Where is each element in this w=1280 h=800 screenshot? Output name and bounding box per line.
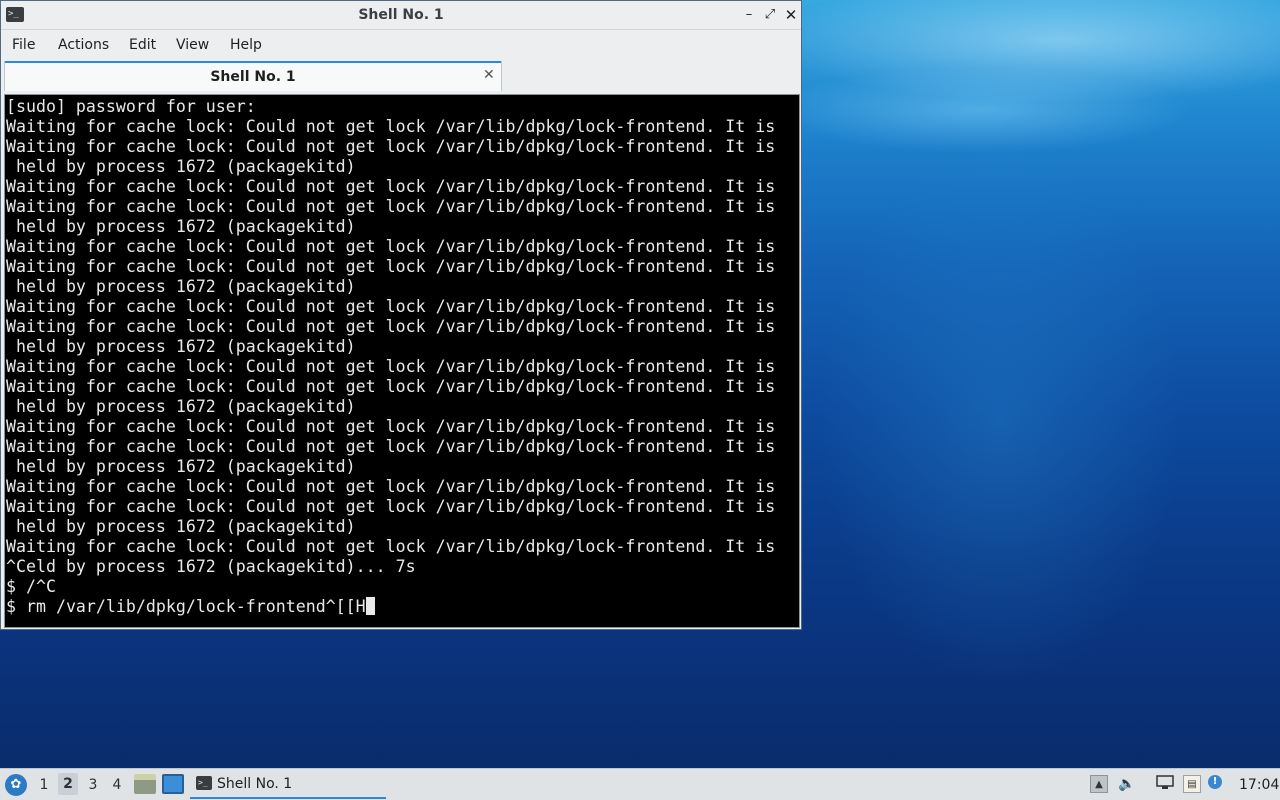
- window-title: Shell No. 1: [358, 7, 444, 23]
- terminal-line: [sudo] password for user:: [6, 97, 256, 116]
- tab-close-icon[interactable]: ✕: [483, 67, 495, 83]
- terminal-line: Waiting for cache lock: Could not get lo…: [6, 417, 776, 436]
- menu-help[interactable]: Help: [230, 37, 262, 53]
- minimize-button[interactable]: –: [740, 6, 758, 24]
- clock[interactable]: 17:04: [1239, 777, 1279, 793]
- maximize-button[interactable]: ⤢: [761, 6, 779, 24]
- terminal-line: held by process 1672 (packagekitd): [6, 217, 356, 236]
- show-hidden-icon[interactable]: ▲: [1090, 775, 1108, 793]
- terminal-line: Waiting for cache lock: Could not get lo…: [6, 137, 776, 156]
- menu-edit[interactable]: Edit: [129, 37, 156, 53]
- terminal-output[interactable]: [sudo] password for user: Waiting for cac…: [4, 94, 800, 628]
- terminal-line: Waiting for cache lock: Could not get lo…: [6, 537, 776, 556]
- menubar: File Actions Edit View Help: [1, 30, 801, 60]
- terminal-window: >_ Shell No. 1 – ⤢ ✕ File Actions Edit V…: [0, 0, 802, 630]
- prompt-command: $ rm /var/lib/dpkg/lock-frontend^[[H: [6, 597, 366, 616]
- menu-view[interactable]: View: [176, 37, 209, 53]
- menu-file[interactable]: File: [12, 37, 35, 53]
- terminal-line: held by process 1672 (packagekitd): [6, 457, 356, 476]
- lxqt-menu-icon[interactable]: ✿: [5, 774, 27, 796]
- menu-actions[interactable]: Actions: [58, 37, 109, 53]
- tab-shell-1[interactable]: Shell No. 1 ✕: [4, 61, 502, 91]
- taskbar: ✿ 1 2 3 4 >_ Shell No. 1 ▲ 🔈 ▤ ! 17:04: [0, 768, 1280, 800]
- terminal-line: $ /^C: [6, 577, 56, 596]
- terminal-line: held by process 1672 (packagekitd): [6, 337, 356, 356]
- show-desktop-icon[interactable]: [162, 774, 184, 794]
- volume-icon[interactable]: 🔈: [1118, 775, 1136, 793]
- window-titlebar[interactable]: >_ Shell No. 1 – ⤢ ✕: [1, 1, 801, 30]
- terminal-line: held by process 1672 (packagekitd): [6, 277, 356, 296]
- terminal-line: Waiting for cache lock: Could not get lo…: [6, 177, 776, 196]
- task-label: Shell No. 1: [217, 776, 293, 792]
- clipboard-icon[interactable]: ▤: [1183, 775, 1201, 793]
- tab-bar: Shell No. 1 ✕: [1, 60, 801, 94]
- network-icon[interactable]: [1156, 775, 1174, 793]
- desktop-3-button[interactable]: 3: [85, 777, 101, 793]
- desktop-1-button[interactable]: 1: [36, 777, 52, 793]
- terminal-line: ^Celd by process 1672 (packagekitd)... 7…: [6, 557, 416, 576]
- tab-label: Shell No. 1: [210, 69, 296, 85]
- terminal-prompt-line: $ rm /var/lib/dpkg/lock-frontend^[[H: [6, 597, 775, 617]
- terminal-cursor: [365, 597, 375, 615]
- terminal-line: Waiting for cache lock: Could not get lo…: [6, 357, 776, 376]
- taskbar-task-shell[interactable]: >_ Shell No. 1: [190, 771, 386, 799]
- terminal-line: Waiting for cache lock: Could not get lo…: [6, 377, 776, 396]
- terminal-line: Waiting for cache lock: Could not get lo…: [6, 497, 776, 516]
- desktop-2-button[interactable]: 2: [58, 773, 78, 795]
- terminal-line: Waiting for cache lock: Could not get lo…: [6, 197, 776, 216]
- terminal-lines: [sudo] password for user: Waiting for cac…: [6, 97, 775, 617]
- terminal-line: held by process 1672 (packagekitd): [6, 157, 356, 176]
- terminal-line: held by process 1672 (packagekitd): [6, 517, 356, 536]
- terminal-icon: >_: [196, 776, 212, 790]
- terminal-line: Waiting for cache lock: Could not get lo…: [6, 257, 776, 276]
- terminal-line: Waiting for cache lock: Could not get lo…: [6, 317, 776, 336]
- file-manager-icon[interactable]: [134, 774, 156, 794]
- update-notifier-icon[interactable]: !: [1208, 775, 1222, 789]
- desktop-4-button[interactable]: 4: [109, 777, 125, 793]
- terminal-line: Waiting for cache lock: Could not get lo…: [6, 117, 776, 136]
- terminal-line: Waiting for cache lock: Could not get lo…: [6, 297, 776, 316]
- terminal-line: Waiting for cache lock: Could not get lo…: [6, 237, 776, 256]
- close-button[interactable]: ✕: [782, 6, 800, 24]
- terminal-line: Waiting for cache lock: Could not get lo…: [6, 477, 776, 496]
- terminal-line: Waiting for cache lock: Could not get lo…: [6, 437, 776, 456]
- terminal-line: held by process 1672 (packagekitd): [6, 397, 356, 416]
